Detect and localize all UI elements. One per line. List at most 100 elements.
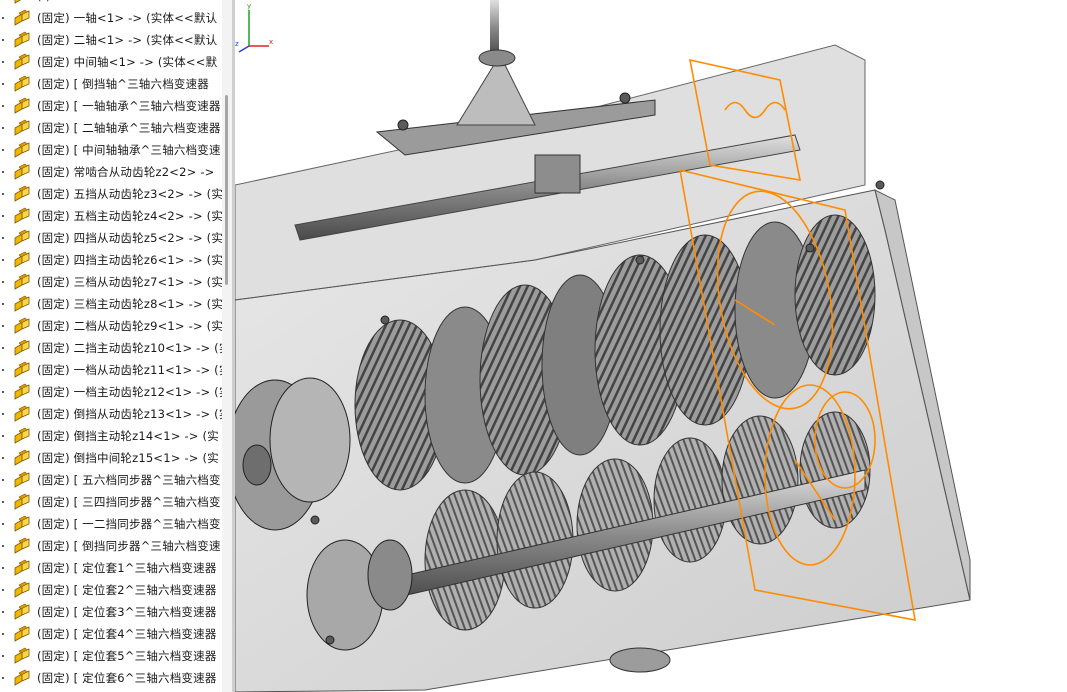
triad-y-label: y	[247, 2, 251, 10]
tree-expander[interactable]	[1, 557, 7, 579]
graphics-viewport[interactable]: y x z	[235, 0, 1067, 692]
tree-expander[interactable]	[1, 51, 7, 73]
tree-item[interactable]: (固定) 四挡主动齿轮z6<1> -> (实	[0, 249, 231, 271]
tree-item[interactable]: (固定) 五挡从动齿轮z3<2> -> (实	[0, 183, 231, 205]
tree-expander[interactable]	[1, 623, 7, 645]
tree-item-label: (固定) 三档从动齿轮z7<1> -> (实	[37, 275, 224, 289]
tree-item[interactable]: (固定) 一轴<1> -> (实体<<默认	[0, 7, 231, 29]
tree-item[interactable]: (固定) [ 一二挡同步器^三轴六档变	[0, 513, 231, 535]
tree-expander[interactable]	[1, 7, 7, 29]
tree-expander[interactable]	[1, 601, 7, 623]
tree-expander[interactable]	[1, 381, 7, 403]
tree-item[interactable]: (固定) 一档主动齿轮z12<1> -> (实	[0, 381, 231, 403]
tree-expander[interactable]	[1, 447, 7, 469]
tree-expander[interactable]	[1, 667, 7, 689]
tree-item[interactable]: (固定) [ 倒挡同步器^三轴六档变速	[0, 535, 231, 557]
tree-item[interactable]: (固定) 常啮合从动齿轮z2<2> ->	[0, 161, 231, 183]
tree-item-label: (固定) [ 定位套6^三轴六档变速器	[37, 671, 217, 685]
tree-item[interactable]: (固定) 二挡主动齿轮z10<1> -> (实	[0, 337, 231, 359]
tree-expander[interactable]	[1, 183, 7, 205]
assembly-part-icon	[14, 251, 30, 268]
assembly-part-icon	[14, 625, 30, 642]
orientation-triad: y x z	[235, 2, 273, 53]
tree-item-label: (固定) 常啮合从动齿轮z2<2> ->	[37, 165, 215, 179]
tree-item[interactable]: (固定) 五档主动齿轮z4<2> -> (实	[0, 205, 231, 227]
tree-expander[interactable]	[1, 337, 7, 359]
assembly-part-icon	[14, 53, 30, 70]
tree-item[interactable]: (固定) 二档从动齿轮z9<1> -> (实	[0, 315, 231, 337]
tree-item[interactable]: (固定) [ 倒挡轴^三轴六档变速器	[0, 73, 231, 95]
triad-x-label: x	[269, 38, 273, 46]
tree-expander[interactable]	[1, 315, 7, 337]
tree-expander[interactable]	[1, 579, 7, 601]
tree-expander[interactable]	[1, 139, 7, 161]
tree-expander[interactable]	[1, 293, 7, 315]
tree-item-label: (固定) [ 中间轴轴承^三轴六档变速	[37, 143, 221, 157]
assembly-part-icon	[14, 647, 30, 664]
assembly-part-icon	[14, 471, 30, 488]
tree-item-label: (固定) 一档从动齿轮z11<1> -> (实	[37, 363, 231, 377]
tree-item[interactable]: (固定) [ 三四挡同步器^三轴六档变	[0, 491, 231, 513]
tree-item[interactable]: (固定) 二轴<1> -> (实体<<默认	[0, 29, 231, 51]
tree-item[interactable]: (固定) [ 定位套3^三轴六档变速器	[0, 601, 231, 623]
tree-item-label: (固定) [ 倒挡同步器^三轴六档变速	[37, 539, 221, 553]
tree-item-label: (固定) 四挡主动齿轮z6<1> -> (实	[37, 253, 224, 267]
tree-item[interactable]: (固定) 三档主动齿轮z8<1> -> (实	[0, 293, 231, 315]
tree-expander[interactable]	[1, 469, 7, 491]
tree-item[interactable]: (固定) 倒挡中间轮z15<1> -> (实	[0, 447, 231, 469]
tree-scrollbar[interactable]	[222, 0, 232, 692]
tree-item[interactable]: (固定) [ 定位套2^三轴六档变速器	[0, 579, 231, 601]
assembly-part-icon	[14, 141, 30, 158]
tree-item-label: (固定) [ 倒挡轴^三轴六档变速器	[37, 77, 210, 91]
tree-item[interactable]: (固定) 倒挡主动轮z14<1> -> (实	[0, 425, 231, 447]
tree-item[interactable]: (固定) [ 定位套1^三轴六档变速器	[0, 557, 231, 579]
tree-item[interactable]: (固定) [ 二轴轴承^三轴六档变速器	[0, 117, 231, 139]
assembly-part-icon	[14, 0, 22, 4]
tree-expander[interactable]	[1, 95, 7, 117]
tree-expander[interactable]	[1, 227, 7, 249]
tree-item-label: (固定) [ 定位套5^三轴六档变速器	[37, 649, 217, 663]
tree-item[interactable]: (固定) 中间轴<1> -> (实体<<默	[0, 51, 231, 73]
assembly-part-icon	[14, 9, 30, 26]
tree-item[interactable]: (固定) [ 定位套4^三轴六档变速器	[0, 623, 231, 645]
tree-item-label: (固定) 四挡从动齿轮z5<2> -> (实	[37, 231, 224, 245]
lower-bearing-inner	[367, 539, 413, 611]
tree-item-label: (固定) 五档主动齿轮z4<2> -> (实	[37, 209, 224, 223]
tree-expander[interactable]	[1, 403, 7, 425]
tree-expander[interactable]	[1, 271, 7, 293]
tree-expander[interactable]	[1, 535, 7, 557]
tree-item[interactable]: (固定) 四挡从动齿轮z5<2> -> (实	[0, 227, 231, 249]
tree-item[interactable]: (固定) 倒挡从动齿轮z13<1> -> (实	[0, 403, 231, 425]
tree-item[interactable]: (固定) [ 中间轴轴承^三轴六档变速	[0, 139, 231, 161]
shift-lever-rod	[490, 0, 499, 55]
tree-item-label: (固定) [ 一二挡同步器^三轴六档变	[37, 517, 221, 531]
tree-expander[interactable]	[1, 359, 7, 381]
tree-expander[interactable]	[1, 491, 7, 513]
tree-expander[interactable]	[1, 513, 7, 535]
tree-item[interactable]: (-)	[0, 0, 231, 7]
assembly-part-icon	[14, 317, 30, 334]
tree-item-label: (固定) [ 定位套2^三轴六档变速器	[37, 583, 217, 597]
tree-expander[interactable]	[1, 73, 7, 95]
assembly-part-icon	[14, 493, 30, 510]
tree-expander[interactable]	[1, 205, 7, 227]
assembly-part-icon	[14, 537, 30, 554]
tree-item[interactable]: (固定) 一档从动齿轮z11<1> -> (实	[0, 359, 231, 381]
tree-item[interactable]: (固定) [ 一轴轴承^三轴六档变速器	[0, 95, 231, 117]
tree-expander[interactable]	[1, 0, 7, 7]
tree-item[interactable]: (固定) [ 定位套5^三轴六档变速器	[0, 645, 231, 667]
tree-expander[interactable]	[1, 425, 7, 447]
tree-expander[interactable]	[1, 161, 7, 183]
triad-z-label: z	[235, 40, 239, 48]
tree-item[interactable]: (固定) [ 五六档同步器^三轴六档变	[0, 469, 231, 491]
tree-item-label: (固定) [ 一轴轴承^三轴六档变速器	[37, 99, 221, 113]
tree-expander[interactable]	[1, 645, 7, 667]
tree-expander[interactable]	[1, 117, 7, 139]
tree-item-label: (固定) [ 二轴轴承^三轴六档变速器	[37, 121, 221, 135]
tree-expander[interactable]	[1, 249, 7, 271]
tree-expander[interactable]	[1, 29, 7, 51]
tree-item[interactable]: (固定) 三档从动齿轮z7<1> -> (实	[0, 271, 231, 293]
tree-item[interactable]: (固定) [ 定位套6^三轴六档变速器	[0, 667, 231, 689]
tree-item-label: (固定) [ 定位套4^三轴六档变速器	[37, 627, 217, 641]
tree-scrollbar-thumb[interactable]	[225, 95, 228, 285]
